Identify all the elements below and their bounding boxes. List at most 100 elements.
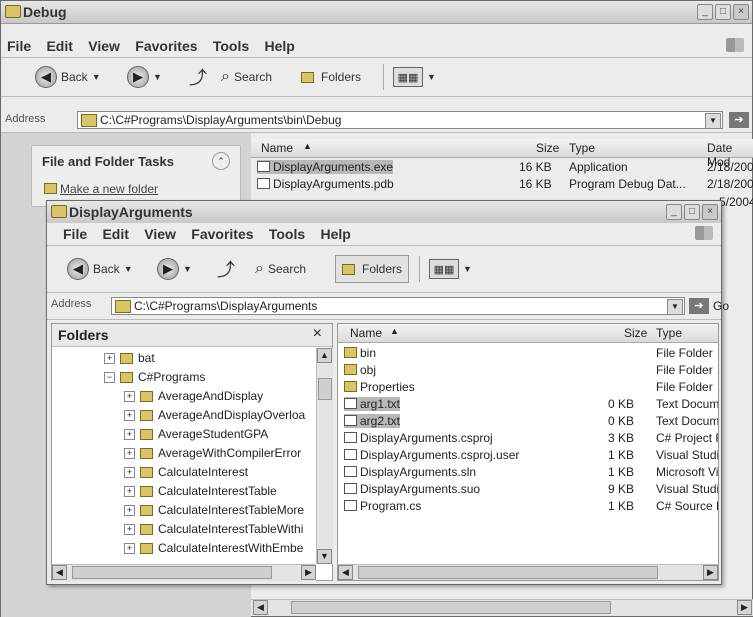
col-type[interactable]: Type [656, 326, 682, 340]
expand-icon[interactable]: + [124, 448, 135, 459]
close-button[interactable]: × [733, 4, 749, 20]
expand-icon[interactable]: + [124, 467, 135, 478]
forward-button[interactable]: ▶ ▼ [157, 257, 192, 281]
search-button[interactable]: ⌕ Search [255, 257, 306, 281]
scroll-right-icon[interactable]: ▶ [301, 565, 316, 580]
address-field[interactable]: C:\C#Programs\DisplayArguments ▼ [111, 297, 685, 315]
views-button[interactable]: ▦▦ ▼ [393, 65, 436, 89]
task-make-folder[interactable]: Make a new folder [44, 182, 158, 196]
address-field[interactable]: C:\C#Programs\DisplayArguments\bin\Debug… [77, 111, 723, 129]
table-row[interactable]: bin File Folder [338, 345, 718, 362]
tree-item[interactable]: + AverageStudentGPA [52, 426, 314, 443]
table-row[interactable]: Properties File Folder [338, 379, 718, 396]
table-row[interactable]: arg2.txt 0 KB Text Docum [338, 413, 718, 430]
expand-icon[interactable]: + [124, 486, 135, 497]
table-row[interactable]: DisplayArguments.suo 9 KB Visual Studio [338, 481, 718, 498]
tree-v-scrollbar[interactable]: ▲ ▼ [316, 348, 333, 564]
menu-edit[interactable]: Edit [40, 35, 78, 57]
menu-help[interactable]: Help [315, 223, 357, 245]
close-pane-icon[interactable]: × [313, 325, 322, 343]
expand-icon[interactable]: + [124, 391, 135, 402]
table-row[interactable]: arg1.txt 0 KB Text Docum [338, 396, 718, 413]
menu-file[interactable]: File [1, 35, 37, 57]
table-row[interactable]: DisplayArguments.exe 16 KB Application 2… [251, 159, 753, 176]
expand-icon[interactable]: + [124, 524, 135, 535]
menu-help[interactable]: Help [259, 35, 301, 57]
tree-item[interactable]: + CalculateInterestWithEmbe [52, 540, 314, 557]
maximize-button[interactable]: □ [715, 4, 731, 20]
table-row[interactable]: Program.cs 1 KB C# Source F [338, 498, 718, 515]
table-row[interactable]: DisplayArguments.csproj.user 1 KB Visual S… [338, 447, 718, 464]
views-button[interactable]: ▦▦ ▼ [429, 257, 472, 281]
col-name[interactable]: Name [350, 326, 382, 340]
tree-item[interactable]: + AverageAndDisplay [52, 388, 314, 405]
tree-item[interactable]: + CalculateInterestTable [52, 483, 314, 500]
tree-item[interactable]: + bat [52, 350, 314, 367]
menu-view[interactable]: View [138, 223, 182, 245]
table-row[interactable]: DisplayArguments.pdb 16 KB Program Debug… [251, 176, 753, 193]
tree-item[interactable]: + CalculateInterestTableMore [52, 502, 314, 519]
table-row[interactable]: DisplayArguments.csproj 3 KB C# Project F [338, 430, 718, 447]
minimize-button[interactable]: _ [697, 4, 713, 20]
menu-view[interactable]: View [82, 35, 126, 57]
address-dropdown-icon[interactable]: ▼ [667, 299, 683, 315]
collapse-chevron-icon[interactable]: ⌃ [212, 152, 230, 170]
menu-edit[interactable]: Edit [96, 223, 134, 245]
tree-item[interactable]: + CalculateInterest [52, 464, 314, 481]
tree-h-scrollbar[interactable]: ◀ ▶ [52, 564, 316, 581]
go-button[interactable]: ➔ Go [689, 297, 729, 315]
folder-icon [51, 205, 67, 218]
menu-tools[interactable]: Tools [207, 35, 255, 57]
tree-item[interactable]: + CalculateInterestTableWithi [52, 521, 314, 538]
expand-icon[interactable]: + [124, 543, 135, 554]
menu-favorites[interactable]: Favorites [129, 35, 203, 57]
front-titlebar[interactable]: DisplayArguments _ □ × [47, 201, 721, 224]
expand-icon[interactable]: + [104, 353, 115, 364]
up-folder-button[interactable]: ⤴ [189, 65, 207, 89]
files-h-scrollbar[interactable]: ◀ ▶ [338, 564, 718, 580]
table-row[interactable]: obj File Folder [338, 362, 718, 379]
menu-favorites[interactable]: Favorites [185, 223, 259, 245]
tree-item[interactable]: + AverageAndDisplayOverloa [52, 407, 314, 424]
folders-button[interactable]: Folders [301, 65, 361, 89]
collapse-icon[interactable]: − [104, 372, 115, 383]
menu-file[interactable]: File [57, 223, 93, 245]
folders-button[interactable]: Folders [335, 255, 410, 283]
expand-icon[interactable]: + [124, 505, 135, 516]
expand-icon[interactable]: + [124, 410, 135, 421]
debug-h-scrollbar[interactable]: ◀ ▶ [251, 599, 753, 616]
back-button[interactable]: ◀ Back ▼ [35, 65, 101, 89]
forward-button[interactable]: ▶ ▼ [127, 65, 162, 89]
menu-tools[interactable]: Tools [263, 223, 311, 245]
maximize-button[interactable]: □ [684, 204, 700, 220]
scroll-thumb[interactable] [358, 566, 658, 579]
table-row[interactable]: DisplayArguments.sln 1 KB Microsoft Vi [338, 464, 718, 481]
scroll-thumb[interactable] [291, 601, 611, 614]
col-size[interactable]: Size [624, 326, 647, 340]
scroll-left-icon[interactable]: ◀ [338, 565, 353, 580]
scroll-left-icon[interactable]: ◀ [52, 565, 67, 580]
go-button[interactable]: ➔ Go [729, 111, 753, 129]
scroll-thumb[interactable] [318, 378, 332, 400]
search-button[interactable]: ⌕ Search [221, 65, 272, 89]
tree-item[interactable]: − C#Programs [52, 369, 314, 386]
tasks-title[interactable]: File and Folder Tasks [42, 154, 174, 169]
minimize-button[interactable]: _ [666, 204, 682, 220]
expand-icon[interactable]: + [124, 429, 135, 440]
up-folder-button[interactable]: ⤴ [217, 257, 235, 281]
scroll-left-icon[interactable]: ◀ [253, 600, 268, 615]
scroll-right-icon[interactable]: ▶ [737, 600, 752, 615]
back-button[interactable]: ◀ Back ▼ [67, 257, 133, 281]
sort-asc-icon: ▲ [303, 141, 312, 151]
address-dropdown-icon[interactable]: ▼ [705, 113, 721, 129]
col-size[interactable]: Size [536, 141, 559, 155]
debug-titlebar[interactable]: Debug _ □ × [1, 1, 752, 24]
scroll-right-icon[interactable]: ▶ [703, 565, 718, 580]
tree-item[interactable]: + AverageWithCompilerError [52, 445, 314, 462]
col-name[interactable]: Name [261, 141, 293, 155]
scroll-down-icon[interactable]: ▼ [317, 549, 332, 564]
col-type[interactable]: Type [569, 141, 595, 155]
close-button[interactable]: × [702, 204, 718, 220]
scroll-thumb[interactable] [72, 566, 272, 579]
scroll-up-icon[interactable]: ▲ [317, 348, 332, 363]
